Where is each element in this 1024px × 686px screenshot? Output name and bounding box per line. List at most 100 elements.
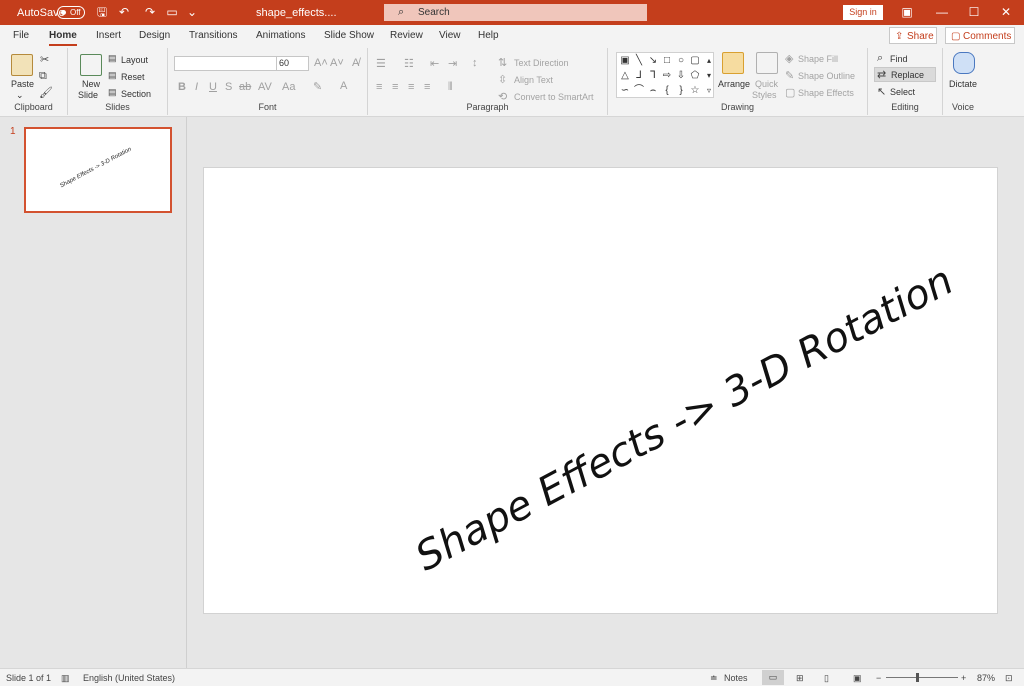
increase-indent-icon[interactable]: ⇥ (448, 57, 457, 70)
zoom-level[interactable]: 87% (977, 673, 995, 683)
brace-left-shape-icon[interactable]: { (661, 85, 673, 97)
tab-file[interactable]: File (13, 30, 29, 41)
underline-icon[interactable]: U (209, 81, 217, 93)
textbox-shape-icon[interactable]: ▣ (619, 55, 631, 67)
more-shapes-icon[interactable]: ▿ (703, 85, 715, 97)
undo-icon[interactable]: ↶ (117, 5, 131, 19)
copy-icon[interactable]: ⧉ (39, 70, 47, 83)
numbering-icon[interactable]: ☷ (404, 57, 414, 70)
paste-button[interactable]: Paste (11, 79, 34, 89)
sign-in-button[interactable]: Sign in (843, 5, 883, 20)
triangle-shape-icon[interactable]: △ (619, 70, 631, 82)
reset-button[interactable]: Reset (121, 72, 145, 82)
font-name-input[interactable] (174, 56, 277, 71)
find-button[interactable]: Find (890, 54, 908, 64)
tab-review[interactable]: Review (390, 30, 423, 41)
oval-shape-icon[interactable]: ○ (675, 55, 687, 67)
new-slide-label-1[interactable]: New (82, 79, 100, 89)
arrow-shape-icon[interactable]: ↘ (647, 55, 659, 67)
align-center-icon[interactable]: ≡ (392, 81, 398, 93)
quick-styles-label-2[interactable]: Styles (752, 90, 777, 100)
tab-transitions[interactable]: Transitions (189, 30, 238, 41)
tab-view[interactable]: View (439, 30, 461, 41)
zoom-in-icon[interactable]: + (961, 673, 966, 683)
slide-thumbnail[interactable]: Shape Effects -> 3-D Rotation (24, 127, 172, 213)
down-arrow-shape-icon[interactable]: ⇩ (675, 70, 687, 82)
new-slide-icon[interactable] (80, 54, 102, 76)
tab-insert[interactable]: Insert (96, 30, 121, 41)
autosave-toggle[interactable]: Off (57, 6, 85, 19)
align-right-icon[interactable]: ≡ (408, 81, 414, 93)
redo-icon[interactable]: ↷ (143, 5, 157, 19)
columns-icon[interactable]: ⫴ (448, 81, 453, 94)
shape-outline-button[interactable]: Shape Outline (798, 71, 855, 81)
char-spacing-icon[interactable]: AV (258, 81, 272, 93)
line-shape-icon[interactable]: ╲ (633, 55, 645, 67)
tab-animations[interactable]: Animations (256, 30, 305, 41)
slide-canvas[interactable]: Shape Effects -> 3-D Rotation (203, 167, 998, 614)
arrange-button[interactable]: Arrange (718, 79, 750, 89)
star-shape-icon[interactable]: ☆ (689, 85, 701, 97)
quick-styles-icon[interactable] (756, 52, 778, 74)
select-button[interactable]: Select (890, 87, 915, 97)
normal-view-icon[interactable]: ▭ (762, 670, 784, 685)
save-icon[interactable]: 🖫 (95, 5, 109, 19)
elbow-shape-icon[interactable]: ⅂ (647, 70, 659, 82)
ribbon-display-icon[interactable]: ▣ (897, 4, 917, 20)
change-case-icon[interactable]: Aa (282, 81, 295, 93)
zoom-slider[interactable] (886, 677, 958, 678)
right-arrow-shape-icon[interactable]: ⇨ (661, 70, 673, 82)
slide-sorter-icon[interactable]: ⊞ (796, 673, 804, 684)
paste-dropdown-icon[interactable]: ⌄ (16, 90, 24, 101)
section-button[interactable]: Section (121, 89, 151, 99)
font-color-icon[interactable]: A (340, 80, 347, 92)
search-input[interactable]: ⌕ Search (384, 4, 647, 21)
slide-text[interactable]: Shape Effects -> 3-D Rotation (408, 258, 960, 581)
tab-design[interactable]: Design (139, 30, 170, 41)
strikethrough-icon[interactable]: ab (239, 81, 251, 93)
align-text-button[interactable]: Align Text (514, 75, 553, 85)
line-spacing-icon[interactable]: ↕ (472, 57, 478, 69)
minimize-icon[interactable]: — (932, 4, 952, 20)
present-icon[interactable]: ▭ (165, 5, 179, 19)
highlight-icon[interactable]: ✎ (313, 80, 322, 93)
shape-effects-button[interactable]: Shape Effects (798, 88, 854, 98)
paste-icon[interactable] (11, 54, 33, 76)
convert-smartart-button[interactable]: Convert to SmartArt (514, 92, 594, 102)
slideshow-view-icon[interactable]: ▣ (853, 673, 862, 684)
rectangle-shape-icon[interactable]: □ (661, 55, 673, 67)
dictate-button[interactable]: Dictate (949, 79, 977, 89)
arrange-icon[interactable] (722, 52, 744, 74)
maximize-icon[interactable]: ☐ (964, 4, 984, 20)
cut-icon[interactable]: ✂ (40, 53, 49, 66)
bullets-icon[interactable]: ☰ (376, 57, 386, 70)
microphone-icon[interactable] (953, 52, 975, 74)
font-size-input[interactable]: 60 (276, 56, 309, 71)
close-icon[interactable]: ✕ (996, 4, 1016, 20)
scroll-down-icon[interactable]: ▾ (703, 70, 715, 82)
italic-icon[interactable]: I (195, 81, 198, 93)
align-left-icon[interactable]: ≡ (376, 81, 382, 93)
shadow-icon[interactable]: S (225, 81, 232, 93)
shape-fill-button[interactable]: Shape Fill (798, 54, 838, 64)
zoom-out-icon[interactable]: − (876, 673, 881, 683)
clear-format-icon[interactable]: A̸ (352, 57, 359, 69)
comments-button[interactable]: ▢ Comments (945, 27, 1015, 44)
brace-right-shape-icon[interactable]: } (675, 85, 687, 97)
shapes-gallery[interactable]: ▣ ╲ ↘ □ ○ ▢ △ ⅃ ⅂ ⇨ ⇩ ⬠ ∽ ⌒ ⌢ { } ☆ ▴ ▾ … (616, 52, 714, 98)
layout-button[interactable]: Layout (121, 55, 148, 65)
connector-shape-icon[interactable]: ⅃ (633, 70, 645, 82)
text-direction-button[interactable]: Text Direction (514, 58, 569, 68)
pentagon-shape-icon[interactable]: ⬠ (689, 70, 701, 82)
curve-shape-icon[interactable]: ⌢ (647, 85, 659, 97)
freeform-shape-icon[interactable]: ∽ (619, 85, 631, 97)
language-indicator[interactable]: English (United States) (83, 673, 175, 683)
arc-shape-icon[interactable]: ⌒ (633, 85, 645, 97)
scroll-up-icon[interactable]: ▴ (703, 55, 715, 67)
tab-help[interactable]: Help (478, 30, 499, 41)
replace-button[interactable]: Replace ⇄ (874, 67, 936, 82)
customize-toolbar-icon[interactable]: ⌄ (185, 5, 199, 19)
share-button[interactable]: ⇪ Share (889, 27, 937, 44)
zoom-slider-thumb[interactable] (916, 673, 919, 682)
notes-button[interactable]: Notes (724, 673, 748, 683)
